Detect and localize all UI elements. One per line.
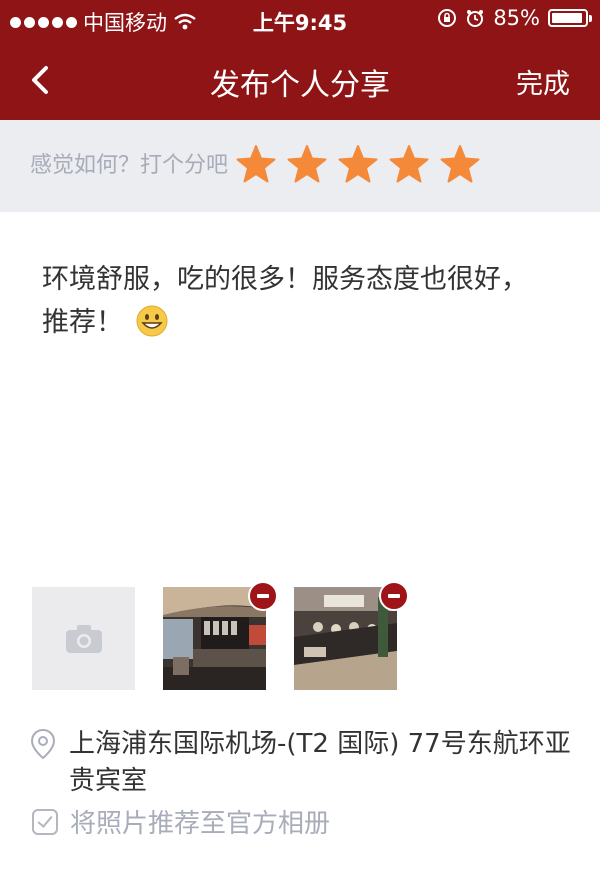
star-icon[interactable]	[236, 144, 276, 184]
star-icon[interactable]	[389, 144, 429, 184]
battery-icon	[548, 9, 592, 27]
navigation-bar: 发布个人分享 完成	[0, 40, 600, 120]
location-line-2: 贵宾室	[69, 766, 148, 796]
rotation-lock-icon	[438, 9, 457, 27]
recommend-label: 将照片推荐至官方相册	[70, 809, 331, 839]
status-right-group: 85%	[437, 6, 592, 30]
location-text: 上海浦东国际机场-(T2 国际) 77号东航环亚 贵宾室	[69, 726, 600, 800]
battery-percent: 85%	[493, 6, 540, 30]
star-icon[interactable]	[338, 144, 378, 184]
review-line-1: 环境舒服，吃的很多！服务态度也很好，	[42, 264, 528, 295]
location-line-1: 上海浦东国际机场-(T2 国际) 77号东航环亚	[69, 729, 571, 759]
location-pin-icon	[30, 728, 56, 760]
rating-bar: 感觉如何？打个分吧	[0, 120, 600, 212]
review-line-2: 推荐！	[42, 301, 562, 344]
page-title: 发布个人分享	[210, 68, 390, 103]
alarm-icon	[467, 10, 484, 27]
checkbox-icon[interactable]	[32, 808, 58, 835]
star-icon[interactable]	[440, 144, 480, 184]
done-button[interactable]: 完成	[516, 62, 570, 101]
recommend-to-album-option[interactable]: 将照片推荐至官方相册	[32, 803, 330, 840]
review-text-area[interactable]: 环境舒服，吃的很多！服务态度也很好， 推荐！	[42, 258, 562, 344]
rating-prompt: 感觉如何？打个分吧	[30, 153, 229, 178]
minus-circle-icon[interactable]	[379, 581, 409, 611]
star-icon[interactable]	[287, 144, 327, 184]
star-rating[interactable]	[236, 144, 480, 184]
camera-icon	[66, 625, 102, 653]
status-bar: 中国移动 上午9:45 85%	[0, 0, 600, 40]
publish-share-screen: 中国移动 上午9:45 85% 发布个人分享 完成 感觉如何？打个分吧 环境舒服…	[0, 0, 600, 896]
grinning-face-emoji-icon	[136, 305, 168, 337]
minus-circle-icon[interactable]	[248, 581, 278, 611]
review-line-2-text: 推荐！	[42, 307, 123, 338]
add-photo-button[interactable]	[32, 587, 135, 690]
